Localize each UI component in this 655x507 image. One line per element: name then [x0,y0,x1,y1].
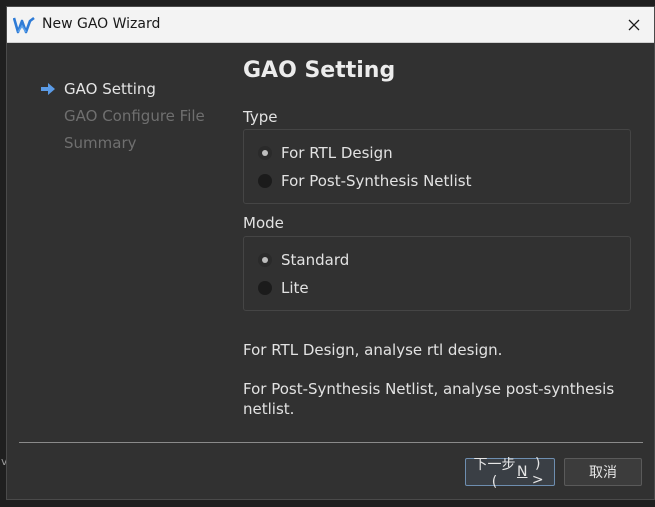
radio-checked-icon[interactable] [258,253,272,267]
mode-option-lite[interactable]: Lite [258,277,309,299]
page-title: GAO Setting [243,58,396,83]
radio-label: For Post-Synthesis Netlist [281,172,472,190]
footer-divider [19,442,643,443]
radio-unchecked-icon[interactable] [258,281,272,295]
nav-step-label: GAO Configure File [64,107,205,125]
type-option-post-synthesis[interactable]: For Post-Synthesis Netlist [258,170,471,192]
nav-step-summary[interactable]: Summary [40,133,240,160]
next-button[interactable]: 下一步(N) > [465,456,555,490]
next-button-label: 下一步( [473,457,516,490]
radio-label: Lite [281,279,309,297]
next-button-shortcut: N [516,464,528,480]
nav-step-label: GAO Setting [64,80,156,98]
nav-step-label: Summary [64,134,137,152]
radio-label: Standard [281,251,350,269]
nav-step-gao-configure-file[interactable]: GAO Configure File [40,106,240,133]
description-post-synthesis: For Post-Synthesis Netlist, analyse post… [243,380,615,418]
description-rtl: For RTL Design, analyse rtl design. [243,341,503,359]
mode-group-label: Mode [243,214,284,232]
arrow-right-icon [41,83,55,95]
type-group: For RTL Design For Post-Synthesis Netlis… [243,129,631,204]
window-title: New GAO Wizard [42,16,161,32]
type-option-rtl[interactable]: For RTL Design [258,142,393,164]
wizard-steps-nav: GAO Setting GAO Configure File Summary [40,79,240,160]
close-button[interactable] [614,7,654,42]
radio-checked-icon[interactable] [258,146,272,160]
next-button-label-end: ) > [531,456,544,488]
radio-label: For RTL Design [281,144,393,162]
mode-option-standard[interactable]: Standard [258,249,349,271]
title-bar[interactable]: New GAO Wizard [7,7,654,43]
type-group-label: Type [243,108,278,126]
close-icon [628,19,640,30]
nav-step-gao-setting[interactable]: GAO Setting [40,79,240,106]
radio-unchecked-icon[interactable] [258,174,272,188]
gowin-logo-icon [13,16,35,34]
cancel-button[interactable]: 取消 [564,458,642,486]
mode-group: Standard Lite [243,236,631,311]
wizard-dialog: New GAO Wizard GAO Setting GAO Configure… [6,6,655,500]
